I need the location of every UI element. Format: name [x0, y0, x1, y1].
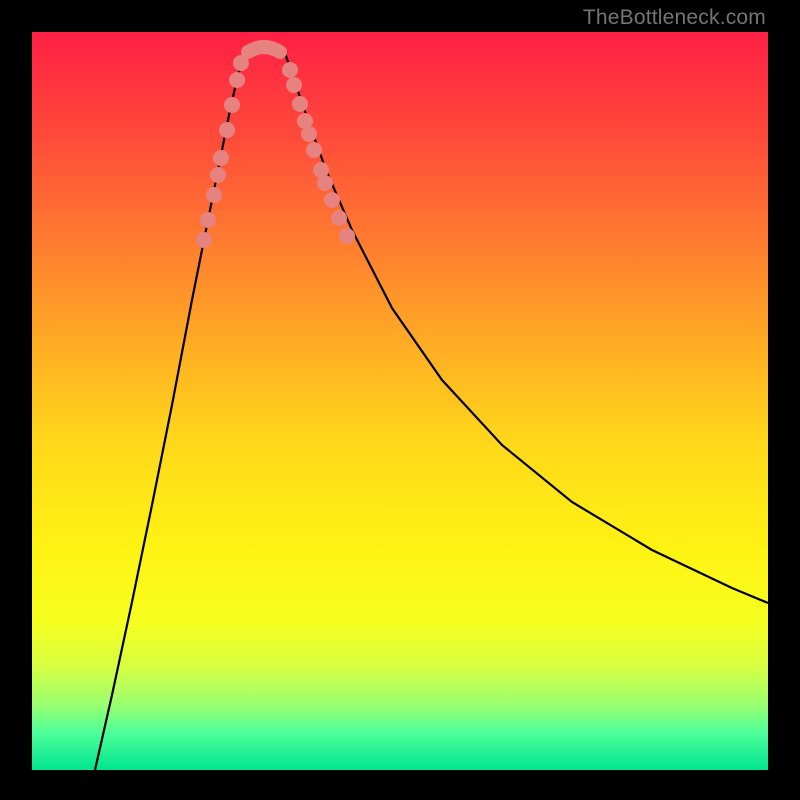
data-point — [213, 150, 229, 166]
data-points-right — [282, 62, 355, 244]
data-point — [219, 122, 235, 138]
data-points-left — [196, 55, 249, 248]
data-point — [301, 126, 317, 142]
curve-right-branch — [284, 50, 768, 603]
data-point — [286, 77, 302, 93]
data-point — [196, 232, 212, 248]
data-point — [229, 72, 245, 88]
data-point — [282, 62, 298, 78]
data-point — [324, 192, 340, 208]
data-point — [292, 96, 308, 112]
data-point — [339, 228, 355, 244]
chart-area — [32, 32, 768, 770]
bottleneck-chart — [32, 32, 768, 770]
data-point — [306, 142, 322, 158]
data-point — [210, 167, 226, 183]
data-point — [317, 175, 333, 191]
data-point — [224, 97, 240, 113]
watermark-text: TheBottleneck.com — [583, 6, 766, 30]
data-point — [331, 210, 347, 226]
u-shape-marker — [248, 47, 280, 52]
data-point — [200, 212, 216, 228]
data-point — [206, 187, 222, 203]
